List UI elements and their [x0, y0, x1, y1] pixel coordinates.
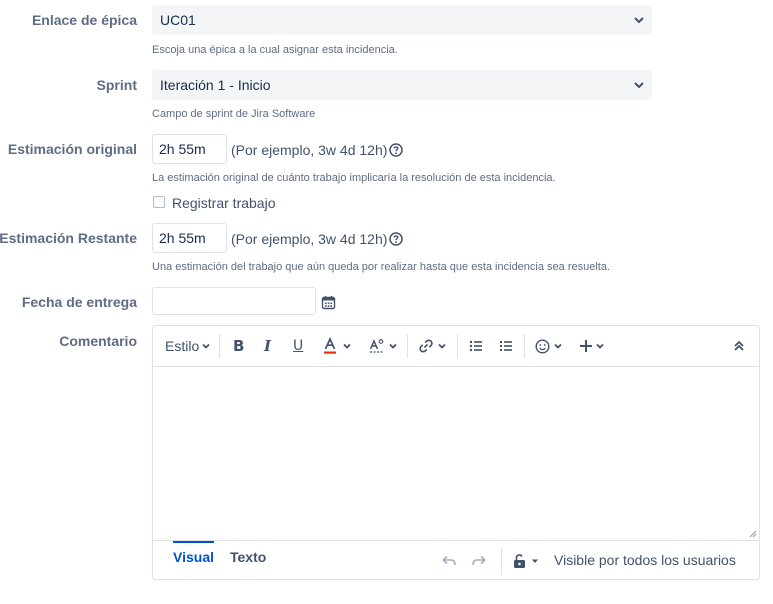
collapse-toolbar-icon	[734, 340, 744, 351]
visibility-dropdown[interactable]	[513, 552, 539, 570]
redo-icon[interactable]	[471, 555, 487, 567]
help-icon[interactable]	[389, 143, 403, 157]
caret-down-icon	[532, 559, 538, 563]
original-estimate-label: Estimación original	[7, 141, 137, 157]
toolbar-separator	[407, 334, 408, 358]
original-estimate-example: (Por ejemplo, 3w 4d 12h)	[231, 142, 388, 158]
numbered-list-button[interactable]	[499, 334, 513, 358]
comment-label: Comentario	[59, 333, 137, 349]
sprint-value: Iteración 1 - Inicio	[160, 77, 271, 93]
bold-button[interactable]: B	[233, 334, 244, 358]
epic-link-help: Escoja una épica a la cual asignar esta …	[152, 44, 398, 56]
remaining-estimate-help: Una estimación del trabajo que aún queda…	[152, 261, 611, 273]
style-label: Estilo	[165, 338, 200, 354]
sprint-label: Sprint	[96, 77, 137, 93]
numbered-list-icon	[500, 341, 512, 351]
italic-button[interactable]: I	[264, 334, 271, 358]
bold-icon: B	[233, 337, 245, 355]
unlock-icon	[514, 554, 525, 568]
epic-link-label: Enlace de épica	[31, 12, 137, 28]
chevron-down-icon	[389, 343, 397, 349]
bullet-list-icon	[469, 340, 482, 352]
epic-link-select[interactable]: UC01	[152, 5, 652, 35]
resize-handle-icon[interactable]	[747, 528, 757, 538]
original-estimate-help: La estimación original de cuánto trabajo…	[152, 172, 556, 184]
comment-editor: Estilo B I U Visual Texto Visible por to…	[152, 325, 760, 580]
italic-icon: I	[264, 337, 272, 355]
original-estimate-input[interactable]: 2h 55m	[152, 134, 227, 164]
remaining-estimate-label: Estimación Restante	[0, 230, 137, 246]
toolbar-separator	[524, 334, 525, 358]
sprint-help: Campo de sprint de Jira Software	[152, 108, 316, 120]
chevron-down-icon	[634, 82, 644, 89]
visibility-label: Visible por todos los usuarios	[554, 552, 736, 568]
remaining-estimate-example: (Por ejemplo, 3w 4d 12h)	[231, 231, 388, 247]
bullet-list-button[interactable]	[469, 334, 483, 358]
due-date-label: Fecha de entrega	[21, 294, 137, 310]
remaining-estimate-input[interactable]: 2h 55m	[152, 223, 227, 253]
link-button[interactable]	[418, 334, 447, 358]
tab-texto[interactable]: Texto	[230, 543, 266, 571]
chevron-down-icon	[634, 17, 644, 24]
chevron-down-icon	[202, 343, 210, 349]
link-icon	[419, 339, 433, 353]
text-color-icon	[324, 337, 336, 354]
insert-more-button[interactable]	[579, 334, 605, 358]
sprint-select[interactable]: Iteración 1 - Inicio	[152, 70, 652, 100]
underline-icon: U	[293, 338, 304, 354]
epic-link-value: UC01	[160, 12, 196, 28]
log-work-checkbox[interactable]	[153, 196, 165, 208]
chevron-down-icon	[343, 343, 351, 349]
more-formatting-button[interactable]	[369, 334, 398, 358]
chevron-down-icon	[554, 343, 562, 349]
more-formatting-icon	[369, 339, 384, 353]
style-dropdown[interactable]: Estilo	[165, 334, 211, 358]
emoji-button[interactable]	[535, 334, 563, 358]
insert-more-icon	[580, 340, 592, 352]
due-date-input[interactable]	[152, 287, 316, 315]
help-icon[interactable]	[389, 232, 403, 246]
underline-button[interactable]: U	[293, 334, 303, 358]
comment-text-area[interactable]	[153, 367, 759, 539]
toolbar-separator	[219, 334, 220, 358]
tab-visual[interactable]: Visual	[173, 541, 214, 571]
editor-footer: Visual Texto Visible por todos los usuar…	[153, 540, 759, 581]
log-work-label[interactable]: Registrar trabajo	[172, 195, 276, 211]
text-color-button[interactable]	[323, 334, 352, 358]
undo-icon[interactable]	[441, 555, 457, 567]
footer-separator	[501, 547, 502, 575]
editor-toolbar: Estilo B I U	[153, 326, 759, 367]
calendar-icon[interactable]	[321, 295, 336, 310]
collapse-toolbar-button[interactable]	[733, 334, 745, 358]
chevron-down-icon	[596, 343, 604, 349]
emoji-icon	[535, 338, 550, 354]
toolbar-separator	[457, 334, 458, 358]
chevron-down-icon	[438, 343, 446, 349]
